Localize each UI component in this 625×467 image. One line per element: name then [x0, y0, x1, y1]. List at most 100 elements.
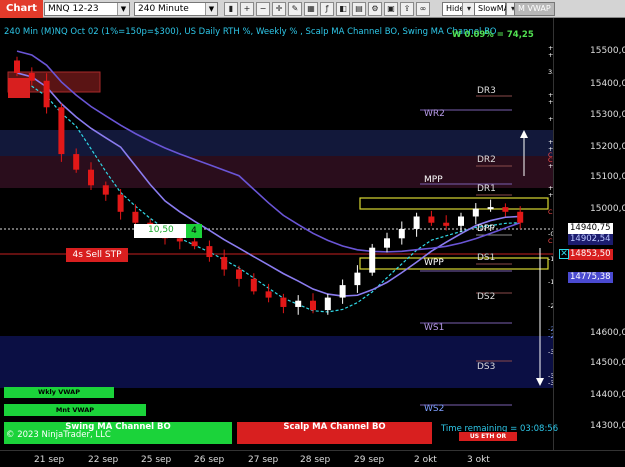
price-tag-3: 14853,50	[568, 249, 613, 260]
candle	[191, 241, 198, 247]
snapshot-icon[interactable]: ▣	[384, 2, 398, 16]
candle	[502, 207, 509, 212]
candle	[295, 300, 302, 307]
ws1-label: WS1	[424, 323, 445, 333]
price-tick: 15000,00	[590, 204, 625, 214]
period-value: 240 Minute	[138, 4, 189, 14]
candle	[369, 247, 376, 273]
candle	[339, 285, 346, 298]
price-panel[interactable]	[0, 18, 553, 450]
strategy-icon[interactable]: ◧	[336, 2, 350, 16]
candle	[443, 222, 450, 226]
candle	[14, 60, 20, 73]
chart-canvas[interactable]	[0, 18, 553, 450]
zone-r2	[0, 130, 553, 156]
range-bot-box	[359, 257, 549, 270]
first-bear-candle-highlight	[8, 78, 30, 98]
candle	[221, 257, 228, 270]
candle	[73, 154, 80, 170]
mpp-label: MPP	[424, 175, 443, 185]
order-box-count: 4	[186, 224, 202, 238]
x-tick: 25 sep	[141, 455, 172, 465]
candle	[458, 216, 464, 226]
price-tick: 15400,00	[590, 79, 625, 89]
dpp-label: DPP	[477, 224, 495, 234]
candle	[265, 291, 272, 298]
close-x-icon[interactable]: ✕	[559, 249, 569, 259]
ws2-label: WS2	[424, 404, 445, 414]
candle	[117, 194, 124, 212]
period-select[interactable]: 240 Minute ▼	[134, 2, 218, 16]
ds2-label: DS2	[477, 292, 496, 302]
candle	[280, 297, 287, 307]
price-tick: 14600,00	[590, 328, 625, 338]
price-tick: 15300,00	[590, 110, 625, 120]
instrument-value: MNQ 12-23	[48, 4, 99, 14]
dr3-label: DR3	[477, 86, 496, 96]
candle	[43, 80, 50, 108]
chevron-down-icon: ▼	[205, 3, 217, 15]
toolbar: Chart MNQ 12-23 ▼ 240 Minute ▼ ▮ + − ✛ ✎…	[0, 0, 625, 18]
candle	[413, 216, 420, 229]
candle	[517, 211, 524, 223]
ds3-label: DS3	[477, 362, 496, 372]
indicator-icon[interactable]: ƒ	[320, 2, 334, 16]
candle	[176, 238, 183, 242]
instrument-select[interactable]: MNQ 12-23 ▼	[44, 2, 130, 16]
template-icon[interactable]: ▤	[352, 2, 366, 16]
candle	[58, 107, 65, 155]
scalp-ma-panel: Scalp MA Channel BO	[237, 422, 432, 444]
order-box-value: 10,50	[148, 225, 174, 235]
mvwap-button[interactable]: M VWAP	[514, 2, 555, 16]
ds1-label: DS1	[477, 253, 496, 263]
zoom-in-icon[interactable]: +	[240, 2, 254, 16]
x-tick: 27 sep	[248, 455, 279, 465]
price-tag-4: 14775,38	[568, 272, 613, 283]
order-box[interactable]: 10,50 4	[134, 224, 202, 238]
x-tick: 2 okt	[414, 455, 437, 465]
wr2-label: WR2	[424, 109, 445, 119]
zone-r1	[0, 156, 553, 188]
price-tick: 15200,00	[590, 142, 625, 152]
zoom-out-icon[interactable]: −	[256, 2, 270, 16]
x-tick: 21 sep	[34, 455, 65, 465]
chart-tab[interactable]: Chart	[0, 0, 43, 18]
price-tick: 15500,00	[590, 46, 625, 56]
price-tick: 15100,00	[590, 172, 625, 182]
x-tick: 26 sep	[194, 455, 225, 465]
current-price-tag: 14940,75	[568, 223, 613, 234]
weekly-value: W 0.09% = 74,25	[452, 30, 534, 40]
wpp-label: WPP	[424, 258, 444, 268]
settings-icon[interactable]: ⚙	[368, 2, 382, 16]
chevron-down-icon: ▼	[117, 3, 129, 15]
sell-stop-order[interactable]: 4s Sell STP	[66, 248, 128, 262]
price-tag-2: 14902,54	[568, 234, 613, 245]
zone-s2	[0, 336, 553, 388]
candle	[384, 238, 390, 248]
x-tick: 28 sep	[300, 455, 331, 465]
candle	[487, 207, 494, 210]
dr2-label: DR2	[477, 155, 496, 165]
properties-icon[interactable]: ▦	[304, 2, 318, 16]
share-icon[interactable]: ⇪	[400, 2, 414, 16]
candle	[88, 169, 94, 186]
price-tick: 14300,00	[590, 421, 625, 431]
bar-type-icon[interactable]: ▮	[224, 2, 238, 16]
scalp-ma-label: Scalp MA Channel BO	[283, 422, 386, 432]
dr1-label: DR1	[477, 184, 496, 194]
candle	[102, 185, 109, 195]
candle	[398, 228, 405, 239]
chart-title: 240 Min (M)NQ Oct 02 (1%=150p=$300), US …	[4, 27, 497, 37]
candle	[310, 300, 316, 311]
crosshair-icon[interactable]: ✛	[272, 2, 286, 16]
draw-tools-icon[interactable]: ✎	[288, 2, 302, 16]
slowma-button[interactable]: SlowMA	[474, 2, 509, 16]
candle	[132, 211, 139, 223]
candle	[354, 272, 361, 286]
candle	[236, 269, 242, 279]
link-icon[interactable]: ∞	[416, 2, 430, 16]
candle	[472, 208, 479, 217]
wkly-vwap-bar: Wkly VWAP	[4, 387, 114, 398]
x-tick: 29 sep	[354, 455, 385, 465]
price-tick: 14500,00	[590, 358, 625, 368]
